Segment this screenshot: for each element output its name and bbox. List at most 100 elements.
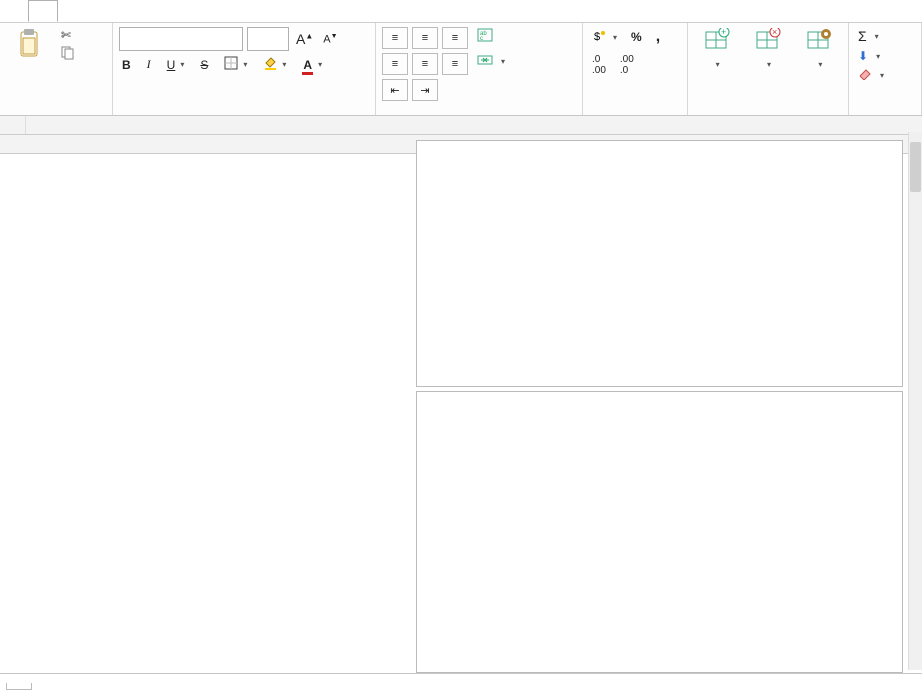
font-group-label — [119, 111, 369, 115]
align-left-icon: ≡ — [392, 58, 398, 70]
percent-icon: % — [631, 30, 642, 44]
font-size-select[interactable] — [247, 27, 289, 51]
cut-button[interactable]: ✄ — [58, 27, 81, 43]
decrease-font-icon: A▼ — [323, 33, 337, 46]
decrease-decimal-icon: .00.0 — [620, 54, 634, 76]
insert-cells-icon: + — [704, 28, 730, 55]
align-center-button[interactable]: ≡ — [412, 53, 438, 75]
svg-text:×: × — [772, 28, 777, 37]
clipboard-group-label — [6, 111, 106, 115]
align-middle-icon: ≡ — [422, 32, 428, 44]
tab-file[interactable] — [0, 0, 28, 22]
align-right-icon: ≡ — [452, 58, 458, 70]
fill-color-button[interactable]: ▾ — [260, 55, 289, 74]
insert-cells-button[interactable]: + ▾ — [694, 27, 739, 71]
align-bottom-button[interactable]: ≡ — [442, 27, 468, 49]
sheet-tabs-bar — [0, 673, 922, 694]
strike-button[interactable]: S — [197, 57, 211, 73]
increase-decimal-icon: .0.00 — [592, 54, 606, 76]
underline-button[interactable]: U▾ — [164, 57, 188, 73]
align-middle-button[interactable]: ≡ — [412, 27, 438, 49]
sigma-icon: Σ — [858, 28, 867, 44]
eraser-icon — [858, 68, 872, 83]
alignment-group-label — [382, 111, 576, 115]
decrease-decimal-button[interactable]: .00.0 — [617, 53, 637, 77]
align-top-button[interactable]: ≡ — [382, 27, 408, 49]
percent-button[interactable]: % — [628, 29, 645, 45]
scroll-thumb[interactable] — [910, 142, 921, 192]
clipboard-icon — [15, 28, 43, 60]
increase-font-icon: A▲ — [296, 31, 313, 47]
indent-decrease-button[interactable]: ⇤ — [382, 79, 408, 101]
group-font: A▲ A▼ B I U▾ S ▾ ▾ A▾ — [113, 23, 376, 115]
font-color-icon: A — [302, 58, 313, 72]
paste-button[interactable] — [6, 27, 52, 64]
group-cells: + ▾ × ▾ ▾ — [688, 23, 849, 115]
sheet-tab-breakeven[interactable] — [6, 683, 32, 690]
fill-button[interactable]: ⬇▾ — [855, 48, 915, 64]
autosum-button[interactable]: Σ▾ — [855, 27, 915, 45]
align-bottom-icon: ≡ — [452, 32, 458, 44]
tab-insert[interactable] — [58, 0, 86, 22]
font-color-button[interactable]: A▾ — [299, 57, 325, 73]
copy-button[interactable] — [58, 45, 81, 61]
format-cells-icon — [806, 28, 832, 55]
tab-formulas[interactable] — [86, 0, 114, 22]
ribbon: ✄ A▲ A▼ B I — [0, 23, 922, 116]
cells-group-label — [694, 111, 842, 115]
italic-icon: I — [147, 57, 151, 72]
wrap-text-icon: abc — [477, 28, 493, 45]
svg-text:+: + — [721, 28, 726, 37]
line-chart[interactable] — [416, 140, 903, 387]
bold-button[interactable]: B — [119, 57, 134, 73]
delete-cells-button[interactable]: × ▾ — [745, 27, 790, 71]
merge-cells-icon — [477, 53, 493, 70]
wrap-text-button[interactable]: abc — [474, 27, 508, 46]
pie-chart-title — [417, 392, 902, 404]
menu-tabs — [0, 0, 922, 23]
increase-font-button[interactable]: A▲ — [293, 30, 316, 48]
number-group-label — [589, 111, 681, 115]
align-right-button[interactable]: ≡ — [442, 53, 468, 75]
group-editing: Σ▾ ⬇▾ ▾ — [849, 23, 922, 115]
increase-decimal-button[interactable]: .0.00 — [589, 53, 609, 77]
svg-text:c: c — [480, 36, 483, 42]
format-cells-button[interactable]: ▾ — [797, 27, 842, 71]
svg-text:$: $ — [594, 31, 600, 43]
align-top-icon: ≡ — [392, 32, 398, 44]
italic-button[interactable]: I — [144, 56, 154, 73]
font-family-select[interactable] — [119, 27, 243, 51]
indent-increase-icon: ⇥ — [420, 84, 429, 97]
comma-button[interactable]: , — [653, 27, 663, 47]
clear-button[interactable]: ▾ — [855, 67, 915, 84]
pie-chart[interactable] — [416, 391, 903, 673]
bucket-icon — [263, 56, 277, 73]
editing-group-label — [855, 111, 915, 115]
delete-cells-icon: × — [755, 28, 781, 55]
bold-icon: B — [122, 58, 131, 72]
align-left-button[interactable]: ≡ — [382, 53, 408, 75]
fill-down-icon: ⬇ — [858, 49, 868, 63]
group-clipboard: ✄ — [0, 23, 113, 115]
merge-cells-button[interactable]: ▾ — [474, 52, 508, 71]
currency-button[interactable]: $▾ — [589, 28, 620, 47]
group-alignment: ≡ ≡ ≡ ≡ ≡ ≡ ⇤ ⇥ abc — [376, 23, 583, 115]
vertical-scrollbar[interactable] — [908, 132, 922, 670]
column-headers — [0, 116, 922, 135]
copy-icon — [61, 46, 75, 60]
comma-icon: , — [656, 28, 660, 46]
indent-decrease-icon: ⇤ — [390, 84, 399, 97]
tab-data[interactable] — [114, 0, 142, 22]
currency-icon: $ — [592, 29, 608, 46]
underline-icon: U — [167, 58, 176, 72]
strike-icon: S — [200, 58, 208, 72]
spreadsheet-grid[interactable] — [0, 135, 922, 673]
decrease-font-button[interactable]: A▼ — [320, 32, 340, 47]
borders-icon — [224, 56, 238, 73]
tab-home[interactable] — [28, 0, 58, 22]
borders-button[interactable]: ▾ — [221, 55, 250, 74]
scissors-icon: ✄ — [61, 28, 71, 42]
align-center-icon: ≡ — [422, 58, 428, 70]
group-number: $▾ % , .0.00 .00.0 — [583, 23, 688, 115]
indent-increase-button[interactable]: ⇥ — [412, 79, 438, 101]
